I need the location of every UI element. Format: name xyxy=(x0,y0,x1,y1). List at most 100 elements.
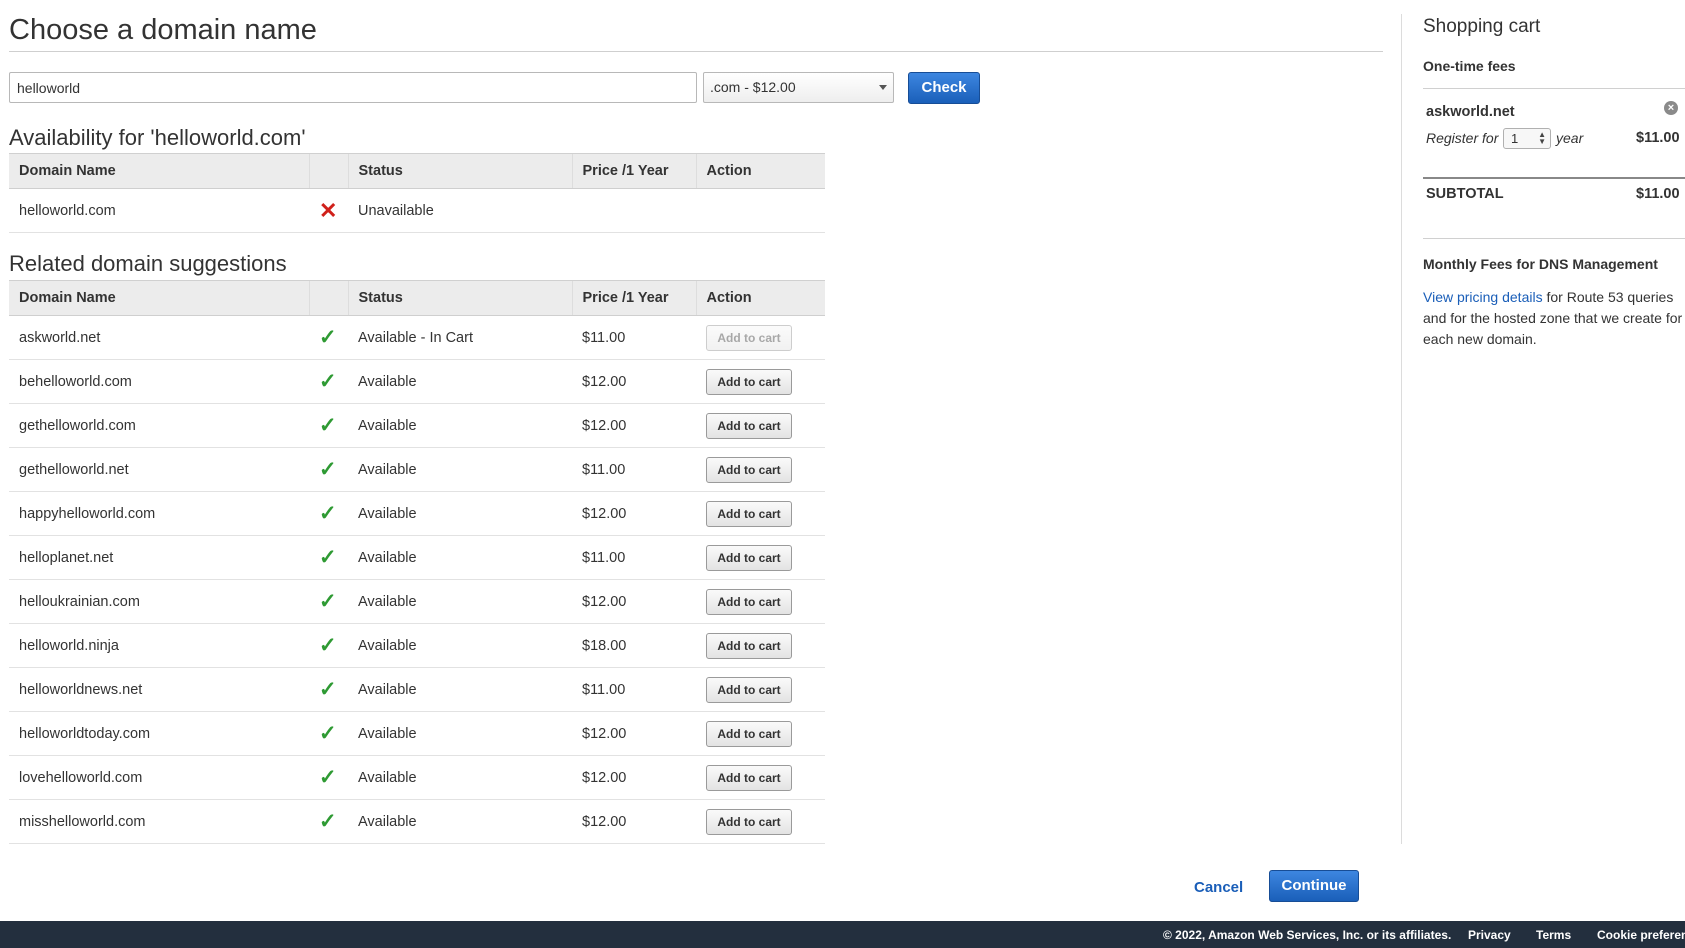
year-label: year xyxy=(1556,130,1584,146)
add-to-cart-button[interactable]: Add to cart xyxy=(706,500,792,527)
action-cell: Add to cart xyxy=(696,403,825,448)
column-header: Status xyxy=(347,153,572,189)
suggestions-table: Domain Name Status Price /1 Year Action … xyxy=(9,280,825,844)
cookie-preferences-link[interactable]: Cookie preferences xyxy=(1597,928,1685,942)
status-icon-cell: ✓ xyxy=(309,579,348,624)
domain-cell: happyhelloworld.com xyxy=(9,491,309,536)
add-to-cart-button[interactable]: Add to cart xyxy=(706,544,792,571)
table-header-row: Domain Name Status Price /1 Year Action xyxy=(9,280,825,316)
check-button[interactable]: Check xyxy=(908,72,980,104)
suggestions-body: askworld.net ✓ Available - In Cart $11.00 Ad… xyxy=(9,315,825,844)
domain-cell: helloukrainian.com xyxy=(9,579,309,624)
checkmark-icon: ✓ xyxy=(319,414,337,437)
vertical-divider xyxy=(1401,14,1402,844)
cancel-button[interactable]: Cancel xyxy=(1194,879,1243,896)
privacy-link[interactable]: Privacy xyxy=(1468,928,1511,942)
action-cell: Add to cart xyxy=(696,315,825,360)
status-cell: Available xyxy=(348,623,572,668)
status-icon-cell: ✓ xyxy=(309,667,348,712)
table-row: behelloworld.com ✓ Available $12.00 Add to c… xyxy=(9,359,825,404)
domain-search-input[interactable] xyxy=(9,72,697,103)
status-cell: Available xyxy=(348,491,572,536)
column-header: Action xyxy=(695,153,825,189)
status-icon-cell: ✓ xyxy=(309,623,348,668)
action-cell: Add to cart xyxy=(696,359,825,404)
years-stepper[interactable]: 1 ▲ ▼ xyxy=(1503,128,1551,149)
action-cell: Add to cart xyxy=(696,711,825,756)
availability-title: Availability for 'helloworld.com' xyxy=(9,125,306,150)
column-header: Status xyxy=(347,280,572,316)
checkmark-icon: ✓ xyxy=(319,370,337,393)
divider xyxy=(1423,238,1685,239)
view-pricing-link[interactable]: View pricing details xyxy=(1423,289,1543,305)
table-row: askworld.net ✓ Available - In Cart $11.00 Ad… xyxy=(9,315,825,360)
checkmark-icon: ✓ xyxy=(319,590,337,613)
checkmark-icon: ✓ xyxy=(319,326,337,349)
domain-cell: misshelloworld.com xyxy=(9,799,309,844)
price-cell: $12.00 xyxy=(572,491,696,536)
add-to-cart-button[interactable]: Add to cart xyxy=(706,764,792,791)
column-header xyxy=(308,280,348,316)
cart-subtitle: One-time fees xyxy=(1423,58,1516,74)
price-cell: $12.00 xyxy=(572,711,696,756)
action-cell: Add to cart xyxy=(696,623,825,668)
status-cell: Unavailable xyxy=(348,188,572,233)
table-row: helloukrainian.com ✓ Available $12.00 Add to… xyxy=(9,579,825,624)
status-cell: Available xyxy=(348,667,572,712)
add-to-cart-button[interactable]: Add to cart xyxy=(706,720,792,747)
column-header: Domain Name xyxy=(9,153,309,189)
terms-link[interactable]: Terms xyxy=(1536,928,1571,942)
add-to-cart-button[interactable]: Add to cart xyxy=(706,588,792,615)
domain-cell: helloworldnews.net xyxy=(9,667,309,712)
table-row: lovehelloworld.com ✓ Available $12.00 Add to… xyxy=(9,755,825,800)
remove-icon[interactable]: × xyxy=(1664,101,1678,115)
status-icon-cell: ✕ xyxy=(309,188,348,233)
add-to-cart-button[interactable]: Add to cart xyxy=(706,808,792,835)
action-cell: Add to cart xyxy=(696,491,825,536)
action-cell: Add to cart xyxy=(696,755,825,800)
add-to-cart-button[interactable]: Add to cart xyxy=(706,632,792,659)
add-to-cart-button[interactable]: Add to cart xyxy=(706,412,792,439)
status-cell: Available xyxy=(348,579,572,624)
tld-select[interactable]: .com - $12.00 xyxy=(703,72,894,103)
domain-cell: askworld.net xyxy=(9,315,309,360)
action-cell: Add to cart xyxy=(696,799,825,844)
table-row: happyhelloworld.com ✓ Available $12.00 Add t… xyxy=(9,491,825,536)
divider xyxy=(1423,177,1685,179)
checkmark-icon: ✓ xyxy=(319,722,337,745)
years-value: 1 xyxy=(1511,131,1519,146)
subtotal-label: SUBTOTAL xyxy=(1426,186,1504,202)
price-cell: $12.00 xyxy=(572,799,696,844)
add-to-cart-button[interactable]: Add to cart xyxy=(706,456,792,483)
status-cell: Available xyxy=(348,755,572,800)
x-icon: ✕ xyxy=(319,197,338,223)
subtotal-value: $11.00 xyxy=(1636,186,1680,202)
status-icon-cell: ✓ xyxy=(309,535,348,580)
title-divider xyxy=(9,51,1383,52)
continue-button[interactable]: Continue xyxy=(1269,870,1359,902)
add-to-cart-button[interactable]: Add to cart xyxy=(706,368,792,395)
register-for-label: Register for xyxy=(1426,130,1499,146)
page-title: Choose a domain name xyxy=(9,14,317,46)
price-cell: $11.00 xyxy=(572,667,696,712)
checkmark-icon: ✓ xyxy=(319,634,337,657)
status-icon-cell: ✓ xyxy=(309,711,348,756)
column-header: Domain Name xyxy=(9,280,309,316)
status-icon-cell: ✓ xyxy=(309,799,348,844)
domain-cell: behelloworld.com xyxy=(9,359,309,404)
footer: © 2022, Amazon Web Services, Inc. or its… xyxy=(0,921,1685,948)
price-cell: $12.00 xyxy=(572,579,696,624)
add-to-cart-button[interactable]: Add to cart xyxy=(706,676,792,703)
stepper-arrows-icon[interactable]: ▲ ▼ xyxy=(1538,131,1546,146)
status-cell: Available xyxy=(348,359,572,404)
checkmark-icon: ✓ xyxy=(319,678,337,701)
monthly-fees-text: View pricing details for Route 53 querie… xyxy=(1423,287,1685,350)
cart-title: Shopping cart xyxy=(1423,16,1541,37)
suggestions-title: Related domain suggestions xyxy=(9,251,287,276)
add-to-cart-button[interactable]: Add to cart xyxy=(706,324,792,351)
column-header: Action xyxy=(695,280,825,316)
domain-cell: helloworld.com xyxy=(9,188,309,233)
action-cell: Add to cart xyxy=(696,579,825,624)
table-row: misshelloworld.com ✓ Available $12.00 Add to… xyxy=(9,799,825,844)
checkmark-icon: ✓ xyxy=(319,810,337,833)
